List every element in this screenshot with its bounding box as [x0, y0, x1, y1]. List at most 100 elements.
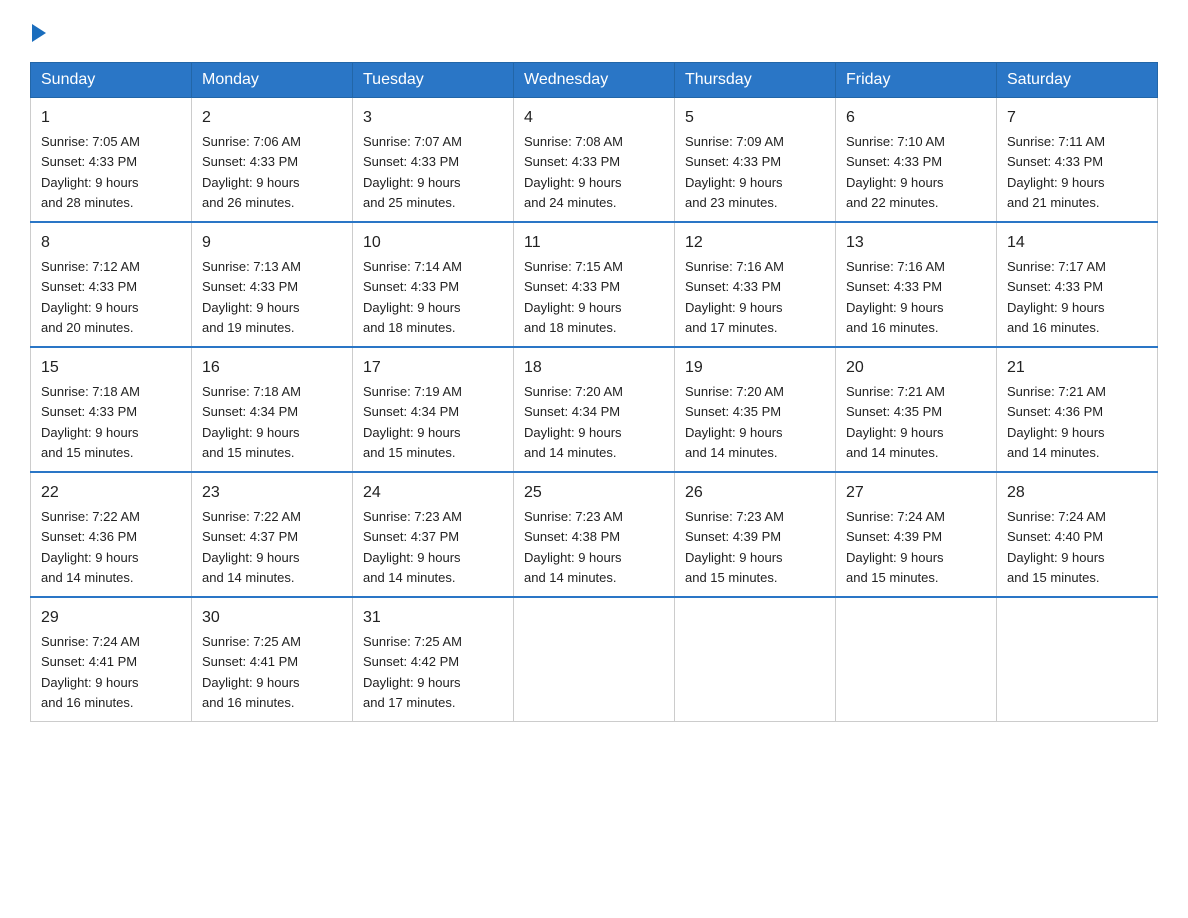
calendar-cell: 31 Sunrise: 7:25 AMSunset: 4:42 PMDaylig…	[353, 597, 514, 722]
calendar-cell: 8 Sunrise: 7:12 AMSunset: 4:33 PMDayligh…	[31, 222, 192, 347]
day-info: Sunrise: 7:16 AMSunset: 4:33 PMDaylight:…	[846, 259, 945, 335]
day-number: 9	[202, 231, 342, 255]
calendar-week-row: 8 Sunrise: 7:12 AMSunset: 4:33 PMDayligh…	[31, 222, 1158, 347]
day-number: 8	[41, 231, 181, 255]
calendar-cell: 30 Sunrise: 7:25 AMSunset: 4:41 PMDaylig…	[192, 597, 353, 722]
day-info: Sunrise: 7:12 AMSunset: 4:33 PMDaylight:…	[41, 259, 140, 335]
day-number: 7	[1007, 106, 1147, 130]
day-info: Sunrise: 7:19 AMSunset: 4:34 PMDaylight:…	[363, 384, 462, 460]
day-number: 19	[685, 356, 825, 380]
calendar-cell: 11 Sunrise: 7:15 AMSunset: 4:33 PMDaylig…	[514, 222, 675, 347]
calendar-cell: 16 Sunrise: 7:18 AMSunset: 4:34 PMDaylig…	[192, 347, 353, 472]
day-info: Sunrise: 7:22 AMSunset: 4:36 PMDaylight:…	[41, 509, 140, 585]
calendar-cell: 10 Sunrise: 7:14 AMSunset: 4:33 PMDaylig…	[353, 222, 514, 347]
column-header-saturday: Saturday	[997, 63, 1158, 98]
logo-arrow-icon	[32, 24, 46, 42]
day-info: Sunrise: 7:18 AMSunset: 4:34 PMDaylight:…	[202, 384, 301, 460]
day-number: 12	[685, 231, 825, 255]
column-header-thursday: Thursday	[675, 63, 836, 98]
calendar-cell: 2 Sunrise: 7:06 AMSunset: 4:33 PMDayligh…	[192, 98, 353, 223]
day-number: 31	[363, 606, 503, 630]
day-number: 11	[524, 231, 664, 255]
calendar-cell: 28 Sunrise: 7:24 AMSunset: 4:40 PMDaylig…	[997, 472, 1158, 597]
calendar-cell: 22 Sunrise: 7:22 AMSunset: 4:36 PMDaylig…	[31, 472, 192, 597]
day-number: 13	[846, 231, 986, 255]
day-number: 2	[202, 106, 342, 130]
day-info: Sunrise: 7:22 AMSunset: 4:37 PMDaylight:…	[202, 509, 301, 585]
day-number: 3	[363, 106, 503, 130]
calendar-cell: 24 Sunrise: 7:23 AMSunset: 4:37 PMDaylig…	[353, 472, 514, 597]
day-number: 20	[846, 356, 986, 380]
day-info: Sunrise: 7:23 AMSunset: 4:37 PMDaylight:…	[363, 509, 462, 585]
calendar-cell: 5 Sunrise: 7:09 AMSunset: 4:33 PMDayligh…	[675, 98, 836, 223]
calendar-cell: 15 Sunrise: 7:18 AMSunset: 4:33 PMDaylig…	[31, 347, 192, 472]
day-info: Sunrise: 7:20 AMSunset: 4:35 PMDaylight:…	[685, 384, 784, 460]
day-info: Sunrise: 7:21 AMSunset: 4:35 PMDaylight:…	[846, 384, 945, 460]
day-info: Sunrise: 7:21 AMSunset: 4:36 PMDaylight:…	[1007, 384, 1106, 460]
day-number: 21	[1007, 356, 1147, 380]
day-number: 27	[846, 481, 986, 505]
calendar-cell: 6 Sunrise: 7:10 AMSunset: 4:33 PMDayligh…	[836, 98, 997, 223]
calendar-cell: 27 Sunrise: 7:24 AMSunset: 4:39 PMDaylig…	[836, 472, 997, 597]
day-number: 29	[41, 606, 181, 630]
column-header-monday: Monday	[192, 63, 353, 98]
calendar-week-row: 29 Sunrise: 7:24 AMSunset: 4:41 PMDaylig…	[31, 597, 1158, 722]
calendar-header-row: SundayMondayTuesdayWednesdayThursdayFrid…	[31, 63, 1158, 98]
calendar-cell: 20 Sunrise: 7:21 AMSunset: 4:35 PMDaylig…	[836, 347, 997, 472]
day-number: 23	[202, 481, 342, 505]
day-number: 16	[202, 356, 342, 380]
day-number: 5	[685, 106, 825, 130]
day-info: Sunrise: 7:08 AMSunset: 4:33 PMDaylight:…	[524, 134, 623, 210]
day-info: Sunrise: 7:11 AMSunset: 4:33 PMDaylight:…	[1007, 134, 1105, 210]
calendar-week-row: 15 Sunrise: 7:18 AMSunset: 4:33 PMDaylig…	[31, 347, 1158, 472]
page-header	[30, 20, 1158, 42]
calendar-cell: 25 Sunrise: 7:23 AMSunset: 4:38 PMDaylig…	[514, 472, 675, 597]
day-number: 1	[41, 106, 181, 130]
calendar-week-row: 22 Sunrise: 7:22 AMSunset: 4:36 PMDaylig…	[31, 472, 1158, 597]
day-info: Sunrise: 7:24 AMSunset: 4:41 PMDaylight:…	[41, 634, 140, 710]
calendar-cell: 23 Sunrise: 7:22 AMSunset: 4:37 PMDaylig…	[192, 472, 353, 597]
day-info: Sunrise: 7:07 AMSunset: 4:33 PMDaylight:…	[363, 134, 462, 210]
day-info: Sunrise: 7:23 AMSunset: 4:39 PMDaylight:…	[685, 509, 784, 585]
day-number: 6	[846, 106, 986, 130]
day-info: Sunrise: 7:24 AMSunset: 4:40 PMDaylight:…	[1007, 509, 1106, 585]
day-info: Sunrise: 7:17 AMSunset: 4:33 PMDaylight:…	[1007, 259, 1106, 335]
calendar-cell: 18 Sunrise: 7:20 AMSunset: 4:34 PMDaylig…	[514, 347, 675, 472]
calendar-cell: 17 Sunrise: 7:19 AMSunset: 4:34 PMDaylig…	[353, 347, 514, 472]
day-number: 22	[41, 481, 181, 505]
day-info: Sunrise: 7:05 AMSunset: 4:33 PMDaylight:…	[41, 134, 140, 210]
calendar-table: SundayMondayTuesdayWednesdayThursdayFrid…	[30, 62, 1158, 722]
column-header-wednesday: Wednesday	[514, 63, 675, 98]
calendar-cell: 1 Sunrise: 7:05 AMSunset: 4:33 PMDayligh…	[31, 98, 192, 223]
calendar-cell: 9 Sunrise: 7:13 AMSunset: 4:33 PMDayligh…	[192, 222, 353, 347]
calendar-cell: 13 Sunrise: 7:16 AMSunset: 4:33 PMDaylig…	[836, 222, 997, 347]
day-number: 28	[1007, 481, 1147, 505]
day-info: Sunrise: 7:16 AMSunset: 4:33 PMDaylight:…	[685, 259, 784, 335]
calendar-week-row: 1 Sunrise: 7:05 AMSunset: 4:33 PMDayligh…	[31, 98, 1158, 223]
calendar-cell: 12 Sunrise: 7:16 AMSunset: 4:33 PMDaylig…	[675, 222, 836, 347]
day-number: 15	[41, 356, 181, 380]
column-header-tuesday: Tuesday	[353, 63, 514, 98]
logo	[30, 20, 46, 42]
day-info: Sunrise: 7:25 AMSunset: 4:42 PMDaylight:…	[363, 634, 462, 710]
calendar-cell: 19 Sunrise: 7:20 AMSunset: 4:35 PMDaylig…	[675, 347, 836, 472]
day-number: 4	[524, 106, 664, 130]
column-header-friday: Friday	[836, 63, 997, 98]
day-number: 26	[685, 481, 825, 505]
day-info: Sunrise: 7:14 AMSunset: 4:33 PMDaylight:…	[363, 259, 462, 335]
day-number: 30	[202, 606, 342, 630]
day-info: Sunrise: 7:18 AMSunset: 4:33 PMDaylight:…	[41, 384, 140, 460]
day-number: 10	[363, 231, 503, 255]
day-number: 24	[363, 481, 503, 505]
day-number: 14	[1007, 231, 1147, 255]
calendar-cell: 29 Sunrise: 7:24 AMSunset: 4:41 PMDaylig…	[31, 597, 192, 722]
calendar-cell: 3 Sunrise: 7:07 AMSunset: 4:33 PMDayligh…	[353, 98, 514, 223]
day-info: Sunrise: 7:20 AMSunset: 4:34 PMDaylight:…	[524, 384, 623, 460]
calendar-cell	[997, 597, 1158, 722]
calendar-cell: 26 Sunrise: 7:23 AMSunset: 4:39 PMDaylig…	[675, 472, 836, 597]
day-info: Sunrise: 7:10 AMSunset: 4:33 PMDaylight:…	[846, 134, 945, 210]
day-info: Sunrise: 7:24 AMSunset: 4:39 PMDaylight:…	[846, 509, 945, 585]
calendar-cell: 4 Sunrise: 7:08 AMSunset: 4:33 PMDayligh…	[514, 98, 675, 223]
day-info: Sunrise: 7:23 AMSunset: 4:38 PMDaylight:…	[524, 509, 623, 585]
day-number: 25	[524, 481, 664, 505]
